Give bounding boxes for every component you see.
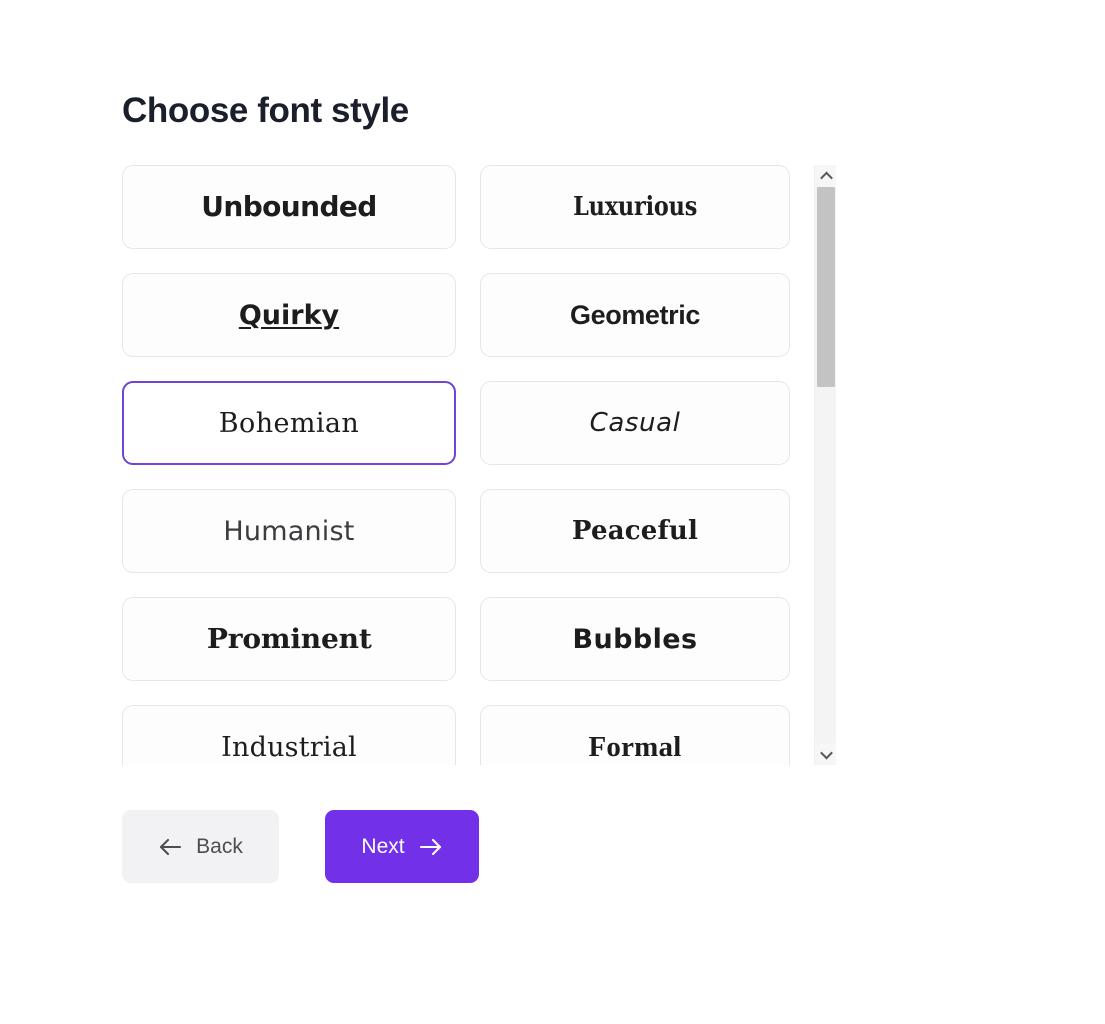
arrow-right-icon xyxy=(419,837,443,857)
font-style-card-label: Unbounded xyxy=(201,190,377,223)
font-style-card-luxurious[interactable]: Luxurious xyxy=(480,165,790,249)
font-style-card-label: Casual xyxy=(589,408,681,438)
font-style-card-formal[interactable]: Formal xyxy=(480,705,790,765)
font-style-card-label: Quirky xyxy=(238,299,340,331)
chevron-down-icon xyxy=(819,746,833,759)
font-style-card-casual[interactable]: Casual xyxy=(480,381,790,465)
font-style-card-label: Peaceful xyxy=(571,516,699,546)
back-button[interactable]: Back xyxy=(122,810,279,883)
font-style-card-prominent[interactable]: Prominent xyxy=(122,597,456,681)
font-style-list-viewport[interactable]: Unbounded Luxurious Quirky Geometric Bohemia… xyxy=(122,165,814,765)
font-style-card-bubbles[interactable]: Bubbles xyxy=(480,597,790,681)
scrollbar-thumb[interactable] xyxy=(817,187,835,387)
back-button-label: Back xyxy=(196,835,243,858)
arrow-left-icon xyxy=(158,837,182,857)
chevron-up-icon xyxy=(819,171,833,184)
next-button-label: Next xyxy=(361,835,405,858)
font-style-card-unbounded[interactable]: Unbounded xyxy=(122,165,456,249)
font-style-scroll-region: Unbounded Luxurious Quirky Geometric Bohemia… xyxy=(122,165,836,765)
font-style-chooser-page: Choose font style Unbounded Luxurious Quir… xyxy=(0,0,1105,1024)
font-style-card-bohemian[interactable]: Bohemian xyxy=(122,381,456,465)
font-style-card-label: Luxurious xyxy=(572,192,698,222)
font-style-card-label: Geometric xyxy=(570,299,700,330)
font-style-card-label: Prominent xyxy=(206,623,372,655)
font-style-card-label: Formal xyxy=(588,730,682,763)
font-style-card-humanist[interactable]: Humanist xyxy=(122,489,456,573)
next-button[interactable]: Next xyxy=(325,810,479,883)
font-style-card-geometric[interactable]: Geometric xyxy=(480,273,790,357)
scrollbar-down-button[interactable] xyxy=(815,743,836,765)
font-style-card-label: Bubbles xyxy=(572,623,698,655)
font-style-card-peaceful[interactable]: Peaceful xyxy=(480,489,790,573)
scrollbar-up-button[interactable] xyxy=(815,165,836,187)
scrollbar-track[interactable] xyxy=(815,187,836,743)
font-style-card-label: Bohemian xyxy=(218,407,360,439)
page-title: Choose font style xyxy=(122,91,409,131)
font-style-grid: Unbounded Luxurious Quirky Geometric Bohemia… xyxy=(122,165,814,765)
font-style-card-label: Humanist xyxy=(223,515,355,547)
font-style-card-industrial[interactable]: Industrial xyxy=(122,705,456,765)
wizard-footer: Back Next xyxy=(122,810,479,883)
font-style-card-quirky[interactable]: Quirky xyxy=(122,273,456,357)
vertical-scrollbar[interactable] xyxy=(814,165,836,765)
font-style-card-label: Industrial xyxy=(221,731,357,763)
